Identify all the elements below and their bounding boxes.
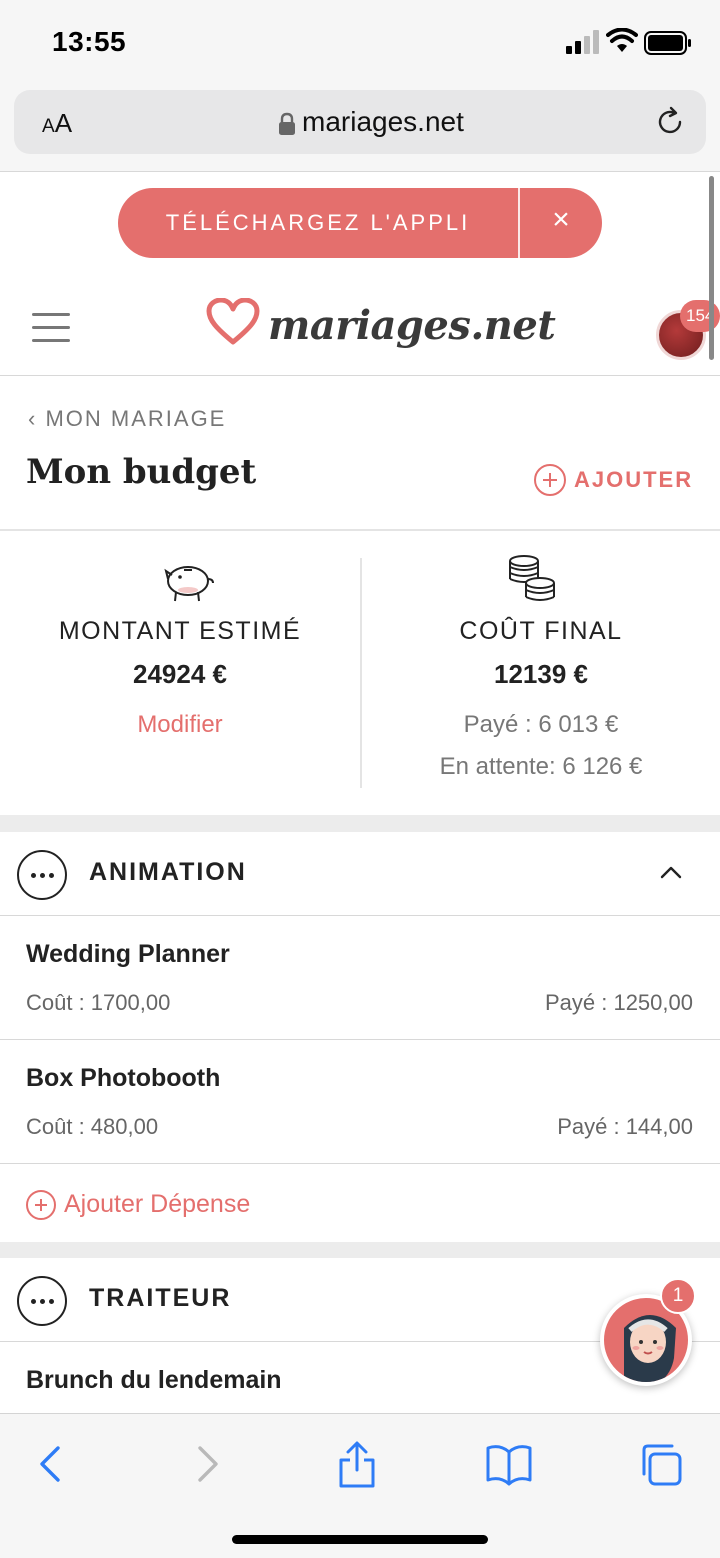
- expense-cost: Coût : 480,00: [26, 1114, 159, 1139]
- estimated-value: 24924 €: [133, 659, 227, 689]
- address-bar[interactable]: AA mariages.net: [14, 90, 706, 154]
- text-size-button[interactable]: AA: [42, 108, 72, 139]
- expense-name: Brunch du lendemain: [26, 1366, 282, 1394]
- forward-icon[interactable]: [182, 1440, 232, 1488]
- category-title: TRAITEUR: [89, 1284, 232, 1312]
- final-cost-label: COÛT FINAL: [459, 617, 623, 645]
- expense-name: Wedding Planner: [26, 940, 230, 968]
- chevron-up-icon[interactable]: [660, 864, 682, 880]
- bookmarks-icon[interactable]: [484, 1440, 534, 1488]
- add-expense-button[interactable]: Ajouter Dépense: [0, 1164, 720, 1242]
- more-dots-icon[interactable]: [17, 850, 67, 900]
- tabs-icon[interactable]: [638, 1440, 688, 1488]
- notification-badge: 154: [680, 300, 720, 332]
- plus-circle-icon: [534, 464, 566, 496]
- reload-icon[interactable]: [654, 106, 686, 138]
- estimated-label: MONTANT ESTIMÉ: [58, 617, 302, 645]
- back-icon[interactable]: [26, 1440, 76, 1488]
- breadcrumb[interactable]: ‹ MON MARIAGE: [28, 406, 226, 432]
- section-gap: [0, 815, 720, 832]
- estimated-amount-panel: MONTANT ESTIMÉ 24924 € Modifier: [0, 531, 360, 815]
- wifi-icon: [606, 28, 638, 52]
- lock-icon: [279, 112, 295, 135]
- status-time: 13:55: [52, 26, 127, 57]
- scroll-indicator: [709, 176, 714, 360]
- battery-icon: [644, 31, 691, 55]
- category-title: ANIMATION: [89, 858, 247, 886]
- download-app-banner: TÉLÉCHARGEZ L'APPLI ×: [118, 188, 602, 258]
- header-divider: [0, 375, 720, 376]
- expense-cost: Coût : 1700,00: [26, 990, 171, 1015]
- download-app-button[interactable]: TÉLÉCHARGEZ L'APPLI: [118, 188, 518, 258]
- cellular-signal-icon: [566, 30, 599, 54]
- status-bar: 13:55: [0, 0, 720, 84]
- expense-row[interactable]: Box Photobooth Coût : 480,00 Payé : 144,…: [0, 1040, 720, 1164]
- final-cost-panel: COÛT FINAL 12139 € Payé : 6 013 € En att…: [362, 531, 720, 815]
- final-cost-value: 12139 €: [494, 659, 588, 689]
- piggy-bank-icon: [164, 566, 214, 602]
- site-logo[interactable]: mariages.net: [268, 302, 556, 349]
- modify-link[interactable]: Modifier: [0, 711, 360, 739]
- hamburger-menu-icon[interactable]: [32, 313, 70, 343]
- plus-circle-icon: [26, 1190, 56, 1220]
- assistant-badge: 1: [660, 1278, 696, 1314]
- section-gap: [0, 1242, 720, 1258]
- close-banner-button[interactable]: ×: [520, 188, 602, 258]
- coin-stack-icon: [509, 555, 555, 601]
- more-dots-icon[interactable]: [17, 1276, 67, 1326]
- heart-logo-icon: [206, 298, 260, 345]
- home-indicator: [232, 1535, 488, 1544]
- page-title: Mon budget: [26, 452, 257, 492]
- paid-amount: Payé : 6 013 €: [463, 711, 619, 738]
- url-text[interactable]: mariages.net: [302, 106, 464, 138]
- expense-paid: Payé : 1250,00: [544, 990, 693, 1015]
- browser-toolbar: AA mariages.net: [0, 84, 720, 172]
- expense-paid: Payé : 144,00: [557, 1114, 693, 1139]
- share-icon[interactable]: [332, 1440, 382, 1488]
- category-header[interactable]: ANIMATION: [0, 832, 720, 916]
- expense-name: Box Photobooth: [26, 1064, 221, 1092]
- pending-amount: En attente: 6 126 €: [439, 753, 643, 780]
- expense-row[interactable]: Wedding Planner Coût : 1700,00 Payé : 12…: [0, 916, 720, 1040]
